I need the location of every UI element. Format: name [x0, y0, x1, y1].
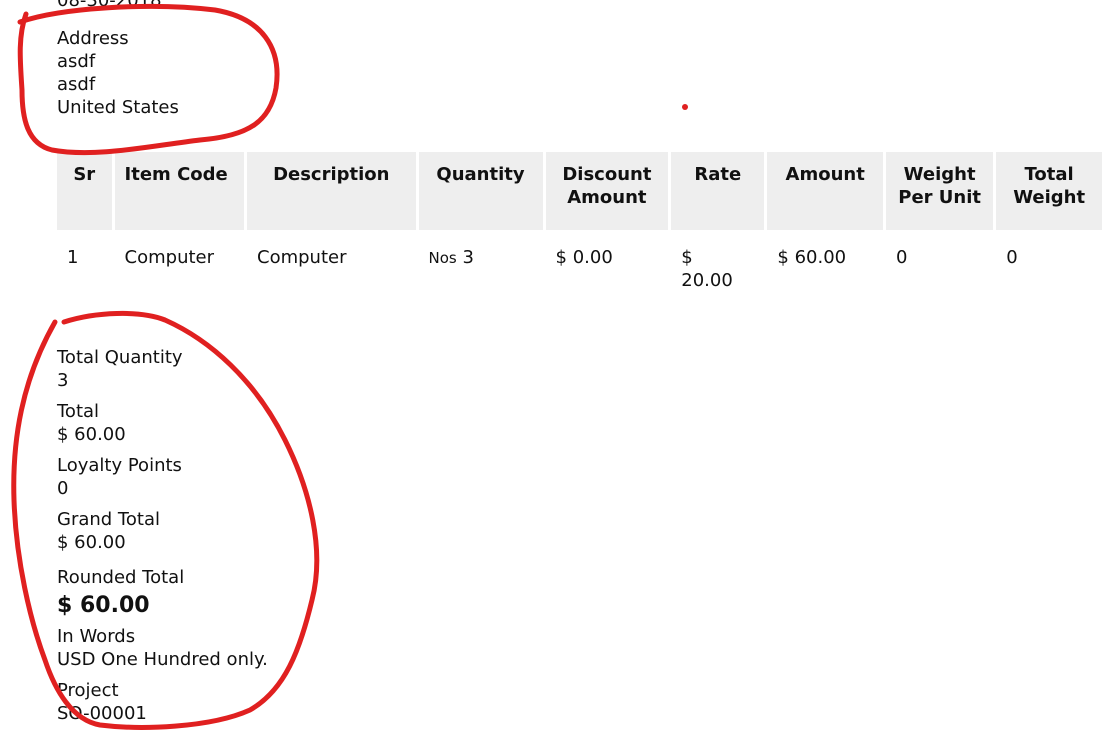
- col-amount: Amount: [767, 152, 883, 230]
- project-group: Project SO-00001: [57, 679, 268, 725]
- cell-weight-per-unit: 0: [895, 247, 908, 268]
- total-value: $ 60.00: [57, 424, 126, 445]
- cell-qty-value: 3: [462, 247, 474, 268]
- in-words-group: In Words USD One Hundred only.: [57, 625, 268, 671]
- items-table: Sr Item Code Description Quantity Discou…: [54, 152, 1105, 292]
- cell-rate: $ 20.00: [671, 230, 764, 292]
- col-discount-amount: Discount Amount: [545, 152, 669, 230]
- total-label: Total: [57, 401, 100, 422]
- col-sr: Sr: [57, 152, 112, 230]
- address-line-2: asdf: [57, 74, 96, 95]
- col-weight-per-unit: Weight Per Unit: [885, 152, 994, 230]
- project-label: Project: [57, 680, 119, 701]
- table-row: 1 Computer Computer Nos 3 $ 0.00 $ 20.00…: [57, 230, 1102, 292]
- items-header-row: Sr Item Code Description Quantity Discou…: [57, 152, 1102, 230]
- rounded-total-label: Rounded Total: [57, 567, 185, 588]
- rounded-total-group: Rounded Total $ 60.00: [57, 566, 268, 621]
- loyalty-points-group: Loyalty Points 0: [57, 454, 268, 500]
- col-description: Description: [247, 152, 416, 230]
- cell-amount: $ 60.00: [777, 247, 847, 268]
- col-rate: Rate: [671, 152, 765, 230]
- grand-total-group: Grand Total $ 60.00: [57, 508, 268, 554]
- cell-discount-amount: $ 0.00: [555, 247, 613, 268]
- rounded-total-value: $ 60.00: [57, 593, 150, 618]
- totals-section: Total Quantity 3 Total $ 60.00 Loyalty P…: [57, 346, 268, 733]
- loyalty-points-label: Loyalty Points: [57, 455, 182, 476]
- cell-total-weight: 0: [1006, 247, 1018, 268]
- total-quantity-group: Total Quantity 3: [57, 346, 268, 392]
- cell-quantity: Nos 3: [419, 230, 543, 292]
- document-date: 08-30-2018: [57, 0, 162, 11]
- cell-item-code: Computer: [124, 247, 215, 268]
- col-total-weight: Total Weight: [996, 152, 1102, 230]
- col-item-code: Item Code: [114, 152, 245, 230]
- address-block: Address asdf asdf United States: [57, 27, 179, 119]
- cell-sr: 1: [67, 247, 79, 268]
- address-title: Address: [57, 28, 129, 49]
- grand-total-value: $ 60.00: [57, 532, 126, 553]
- cell-rate-value: $ 20.00: [681, 247, 733, 291]
- col-quantity: Quantity: [418, 152, 543, 230]
- in-words-value: USD One Hundred only.: [57, 649, 268, 670]
- cell-description: Computer: [257, 247, 347, 268]
- address-country: United States: [57, 97, 179, 118]
- cell-uom: Nos: [428, 249, 457, 267]
- total-quantity-value: 3: [57, 370, 69, 391]
- grand-total-label: Grand Total: [57, 509, 160, 530]
- loyalty-points-value: 0: [57, 478, 69, 499]
- stray-dot-annotation: [682, 104, 688, 110]
- in-words-label: In Words: [57, 626, 136, 647]
- total-group: Total $ 60.00: [57, 400, 268, 446]
- total-quantity-label: Total Quantity: [57, 347, 183, 368]
- address-line-1: asdf: [57, 51, 96, 72]
- project-value: SO-00001: [57, 703, 147, 724]
